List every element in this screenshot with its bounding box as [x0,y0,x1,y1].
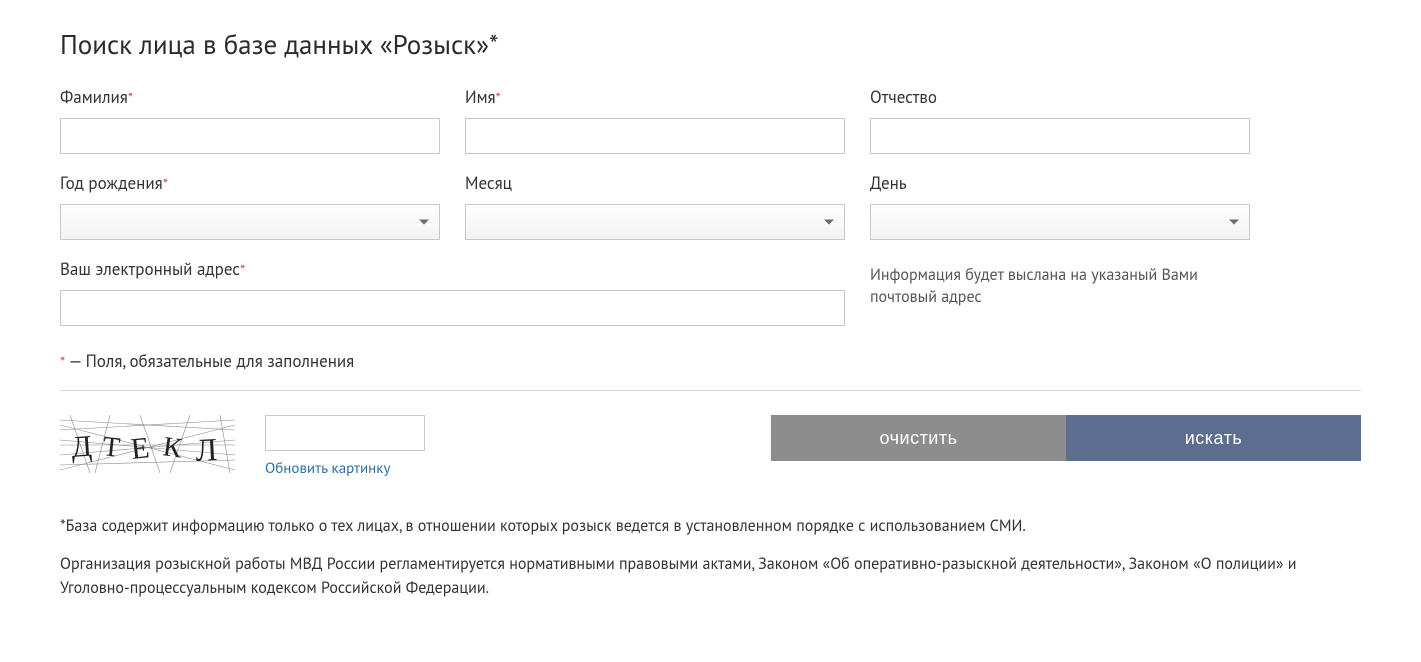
chevron-down-icon [419,220,429,225]
svg-text:К: К [161,431,184,464]
month-select[interactable] [465,204,845,240]
chevron-down-icon [1229,220,1239,225]
svg-text:Е: Е [129,431,151,466]
button-group: очистить искать [771,415,1361,461]
svg-text:Т: Т [101,431,121,464]
firstname-input[interactable] [465,118,845,154]
required-mark: * [240,261,245,280]
footnote-block: *База содержит информацию только о тех л… [60,514,1361,600]
patronymic-label: Отчество [870,86,1250,108]
required-mark: * [128,89,133,108]
captcha-image: Д Т Е К Л [60,415,235,473]
day-select[interactable] [870,204,1250,240]
date-row: Год рождения* Месяц День [60,172,1361,240]
day-label: День [870,172,1250,194]
svg-text:Л: Л [194,431,218,468]
captcha-refresh-link[interactable]: Обновить картинку [265,459,425,478]
year-label-text: Год рождения [60,172,163,194]
year-label: Год рождения* [60,172,440,194]
firstname-label-text: Имя [465,86,496,108]
clear-button[interactable]: очистить [771,415,1066,461]
email-label-text: Ваш электронный адрес [60,258,240,280]
patronymic-input[interactable] [870,118,1250,154]
captcha-row: Д Т Е К Л Обновить картинку очистить иск… [60,415,1361,478]
lastname-label-text: Фамилия [60,86,128,108]
captcha-input[interactable] [265,415,425,451]
chevron-down-icon [824,220,834,225]
year-select[interactable] [60,204,440,240]
email-info-text: Информация будет выслана на указаный Вам… [870,258,1250,309]
email-input[interactable] [60,290,845,326]
lastname-input[interactable] [60,118,440,154]
required-mark: * [496,89,501,108]
required-note-text: — Поля, обязательные для заполнения [65,350,354,372]
email-row: Ваш электронный адрес* Информация будет … [60,258,1361,326]
patronymic-label-text: Отчество [870,86,937,108]
month-label-text: Месяц [465,172,512,194]
svg-text:Д: Д [70,430,93,464]
required-mark: * [163,175,168,194]
footnote-2: Организация розыскной работы МВД России … [60,552,1361,600]
day-label-text: День [870,172,907,194]
month-label: Месяц [465,172,845,194]
page-title: Поиск лица в базе данных «Розыск»* [60,28,1361,62]
footnote-1: *База содержит информацию только о тех л… [60,514,1361,538]
name-row: Фамилия* Имя* Отчество [60,86,1361,154]
divider [60,390,1361,391]
email-label: Ваш электронный адрес* [60,258,845,280]
search-button[interactable]: искать [1066,415,1361,461]
lastname-label: Фамилия* [60,86,440,108]
firstname-label: Имя* [465,86,845,108]
required-note: * — Поля, обязательные для заполнения [60,350,1361,372]
